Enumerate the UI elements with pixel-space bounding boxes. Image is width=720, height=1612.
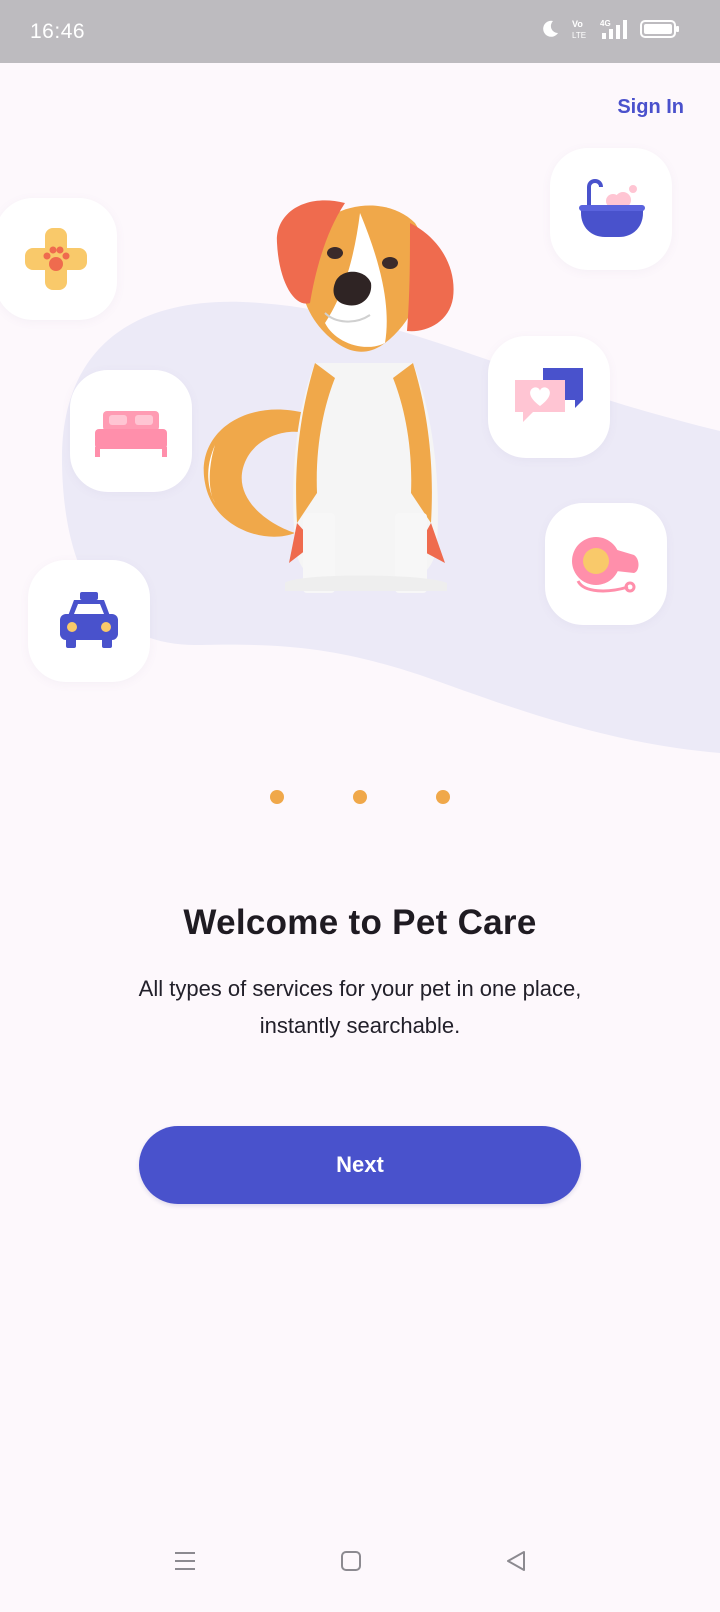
bath-icon — [579, 179, 645, 237]
bath-tile — [550, 148, 672, 270]
page-title: Welcome to Pet Care — [183, 903, 537, 942]
pagination-dot[interactable] — [270, 790, 284, 804]
pagination-dot[interactable] — [436, 790, 450, 804]
status-icons: Vo LTE 4G — [540, 18, 680, 40]
taxi-tile — [28, 560, 150, 682]
medical-tile — [0, 198, 117, 320]
menu-icon[interactable] — [172, 1548, 198, 1574]
next-button[interactable]: Next — [139, 1126, 581, 1204]
home-icon[interactable] — [338, 1548, 364, 1574]
battery-icon — [640, 20, 679, 38]
svg-text:LTE: LTE — [572, 31, 586, 40]
svg-text:4G: 4G — [600, 19, 611, 28]
moon-icon — [543, 20, 558, 37]
navigation-bar — [0, 1540, 720, 1600]
pagination-dots — [0, 790, 720, 804]
hero-illustration — [0, 63, 720, 763]
chat-tile — [488, 336, 610, 458]
back-icon[interactable] — [503, 1548, 529, 1574]
page-subtitle: All types of services for your pet in on… — [138, 976, 582, 1038]
status-time: 16:46 — [30, 20, 86, 43]
boarding-tile — [70, 370, 192, 492]
pagination-dot[interactable] — [353, 790, 367, 804]
leash-tile — [545, 503, 667, 625]
signal-4g-icon: 4G — [600, 19, 627, 39]
volte-icon: Vo LTE — [572, 19, 586, 40]
svg-text:Vo: Vo — [572, 19, 583, 29]
dog-illustration — [203, 200, 454, 593]
status-bar: 16:46 Vo LTE 4G — [0, 0, 720, 63]
chat-heart-icon — [515, 368, 583, 422]
taxi-icon — [60, 592, 118, 648]
bed-icon — [95, 411, 167, 457]
medical-paw-icon — [25, 228, 87, 290]
leash-icon — [572, 537, 639, 593]
